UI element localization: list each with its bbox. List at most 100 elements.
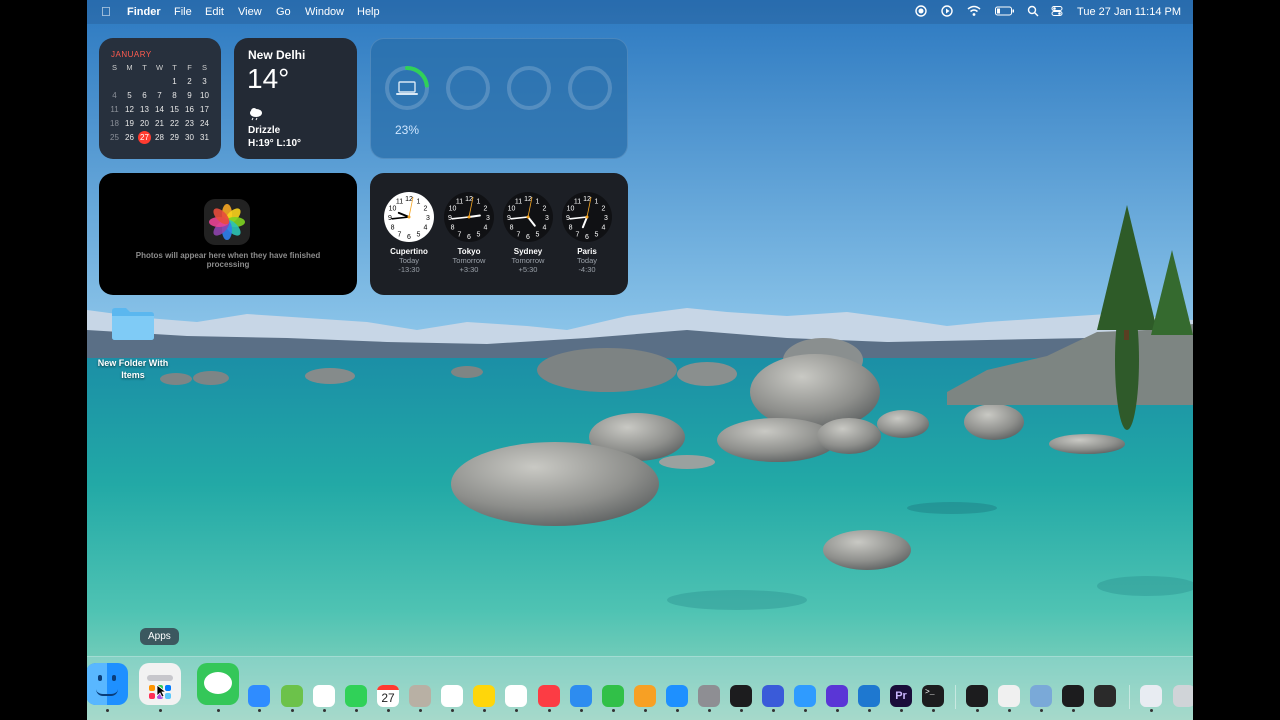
menu-bar-clock[interactable]: Tue 27 Jan 11:14 PM [1077, 6, 1181, 18]
app-store-icon[interactable] [666, 685, 688, 707]
facetime-icon[interactable] [345, 685, 367, 707]
play-icon[interactable] [941, 5, 953, 20]
safari-tech-icon[interactable] [730, 685, 752, 707]
music-icon[interactable] [538, 685, 560, 707]
running-indicator [291, 709, 294, 712]
numbers-icon[interactable] [602, 685, 624, 707]
world-clock-city: Cupertino [390, 247, 428, 256]
keynote-icon[interactable] [570, 685, 592, 707]
finder-helper-icon[interactable] [1030, 685, 1052, 707]
apple-menu-icon[interactable]:  [101, 4, 111, 19]
running-indicator [676, 709, 679, 712]
maps-icon[interactable] [281, 685, 303, 707]
world-clock-widget[interactable]: 1 2 3 4 5 6 7 8 9 10 11 12 Cupertino Today -13:30 1… [370, 173, 628, 295]
premiere-icon[interactable]: Pr [890, 685, 912, 707]
control-center-icon[interactable] [1051, 5, 1063, 20]
menu-help[interactable]: Help [357, 6, 380, 18]
running-indicator [976, 709, 979, 712]
freeform-icon[interactable] [505, 685, 527, 707]
running-indicator [258, 709, 261, 712]
desktop-folder[interactable]: New Folder With Items [87, 305, 179, 381]
premiere-label: Pr [895, 690, 907, 702]
calendar-day [122, 74, 137, 88]
contacts-icon[interactable] [409, 685, 431, 707]
clock-numeral: 10 [449, 206, 457, 213]
running-indicator [323, 709, 326, 712]
menu-file[interactable]: File [174, 6, 192, 18]
photos-icon[interactable] [313, 685, 335, 707]
terminal-icon[interactable]: >_ [922, 685, 944, 707]
battery-percent: 23% [395, 123, 420, 137]
record-icon[interactable] [915, 5, 927, 20]
calendar-day: 20 [140, 118, 149, 128]
clock-numeral: 11 [574, 199, 581, 206]
calendar-widget[interactable]: JANUARY S M T W T F S 1 2 3 4 5 6 7 8 9 … [99, 38, 221, 159]
running-indicator [1040, 709, 1043, 712]
menu-go[interactable]: Go [276, 6, 291, 18]
calendar-weekday: T [142, 62, 147, 72]
calendar-icon[interactable]: 27 [377, 685, 399, 707]
spotlight-icon[interactable] [826, 685, 848, 707]
clock-numeral: 2 [484, 206, 488, 213]
clock-numeral: 4 [424, 225, 428, 232]
clock-numeral: 7 [576, 231, 580, 238]
clock-numeral: 11 [396, 199, 403, 206]
batteries-widget[interactable]: 23% [370, 38, 628, 159]
dock-separator [955, 685, 956, 709]
search-icon[interactable] [1027, 5, 1039, 20]
dock-separator [1129, 685, 1130, 709]
clock-numeral: 7 [398, 231, 402, 238]
wifi-icon[interactable] [967, 5, 981, 20]
piano-icon[interactable] [1062, 685, 1084, 707]
system-settings-icon[interactable] [698, 685, 720, 707]
calendar-day: 25 [110, 132, 119, 142]
calendar-day [152, 74, 167, 88]
messages-icon[interactable] [197, 663, 239, 705]
safari-icon[interactable] [794, 685, 816, 707]
vscode-icon[interactable] [858, 685, 880, 707]
clock-icon: 1234567891011 12 [384, 192, 434, 242]
clock-numeral: 1 [477, 199, 481, 206]
pages-icon[interactable] [634, 685, 656, 707]
downloads-icon[interactable] [1140, 685, 1162, 707]
calendar-day: 11 [110, 104, 119, 114]
world-clock-day: Today [398, 256, 419, 265]
activity-monitor-icon[interactable] [966, 685, 988, 707]
clock-numeral: 6 [526, 234, 530, 241]
reminders-icon[interactable] [441, 685, 463, 707]
world-clock-offset: +5:30 [518, 265, 538, 274]
clock-numeral: 7 [517, 231, 521, 238]
clock-numeral: 8 [510, 225, 514, 232]
world-clock-city: Sydney [513, 247, 543, 256]
calendar-day: 21 [155, 118, 164, 128]
clock-numeral: 4 [602, 225, 606, 232]
weather-widget[interactable]: New Delhi 14° Drizzle H:19° L:10° [234, 38, 357, 159]
battery-ring-empty [446, 66, 490, 110]
mail-icon[interactable] [248, 685, 270, 707]
notes-icon[interactable] [473, 685, 495, 707]
calendar-day [137, 74, 152, 88]
clock-icon: 1234567891011 12 [562, 192, 612, 242]
photos-widget[interactable]: Photos will appear here when they have f… [99, 173, 357, 295]
weather-high-low: H:19° L:10° [248, 138, 302, 149]
menu-window[interactable]: Window [305, 6, 344, 18]
clock-numeral: 11 [456, 199, 463, 206]
calendar-day: 18 [110, 118, 119, 128]
menu-app-name[interactable]: Finder [127, 6, 161, 18]
trash-icon[interactable] [1173, 685, 1193, 707]
preview-icon[interactable] [998, 685, 1020, 707]
calendar-weekday: S [201, 62, 207, 72]
world-clock-offset: -4:30 [578, 265, 596, 274]
clock-numeral: 10 [508, 206, 516, 213]
mirroring-icon[interactable] [762, 685, 784, 707]
calendar-day: 26 [125, 132, 134, 142]
menu-view[interactable]: View [238, 6, 262, 18]
running-indicator [1150, 709, 1153, 712]
calendar-today-label: 27 [138, 130, 151, 144]
battery-icon[interactable] [995, 5, 1015, 20]
world-clock-day: Tomorrow [452, 256, 486, 265]
finder-icon[interactable] [87, 663, 128, 705]
menu-edit[interactable]: Edit [205, 6, 224, 18]
calendar-day: 14 [155, 104, 164, 114]
siri-icon[interactable] [1094, 685, 1116, 707]
